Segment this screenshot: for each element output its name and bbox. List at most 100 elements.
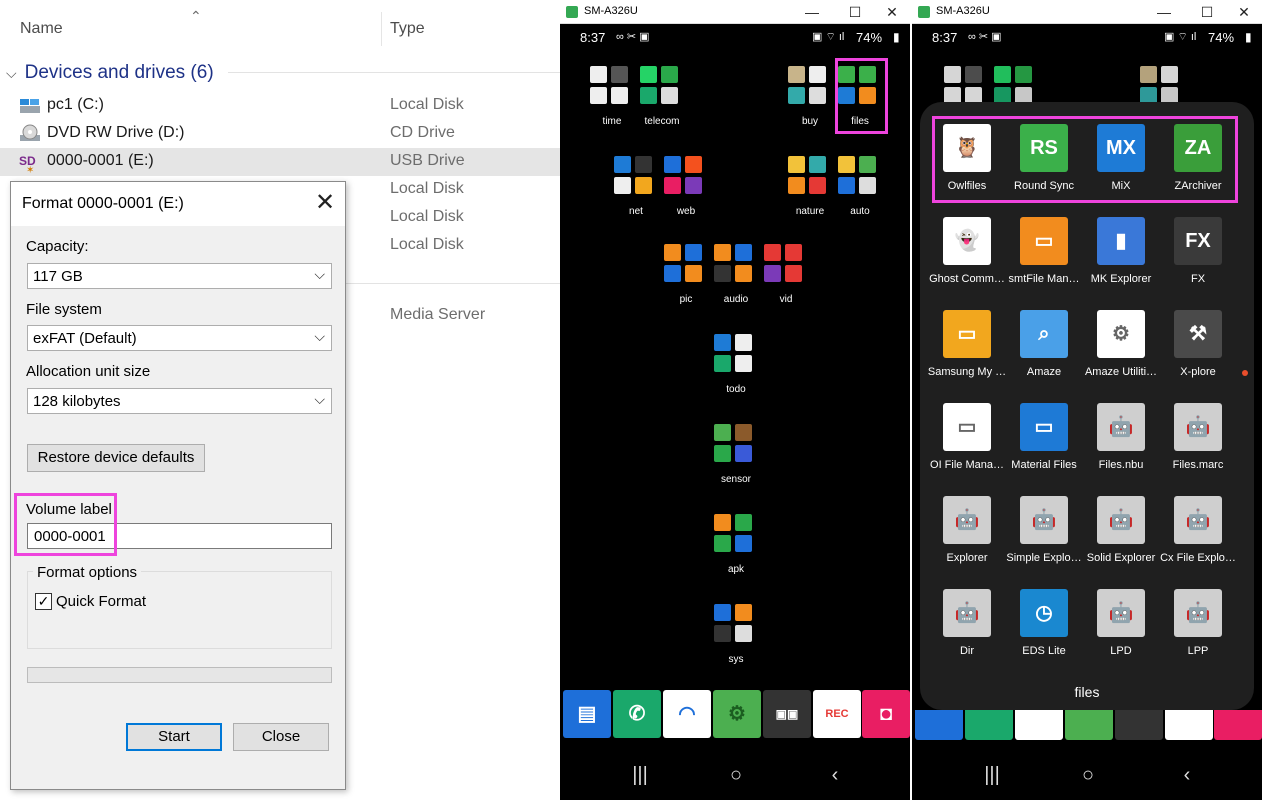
start-button[interactable]: Start bbox=[126, 723, 222, 751]
home-icon[interactable]: ○ bbox=[1068, 764, 1108, 788]
phone-icon[interactable] bbox=[965, 710, 1013, 740]
app-tile[interactable]: ⚙ Amaze Utiliti… bbox=[1083, 310, 1159, 400]
folder-net-icon[interactable] bbox=[614, 156, 658, 200]
folder-time-icon[interactable] bbox=[590, 66, 634, 110]
column-divider[interactable] bbox=[381, 12, 382, 46]
drive-row-c[interactable]: pc1 (C:) Local Disk bbox=[0, 92, 560, 120]
dialog-titlebar[interactable]: Format 0000-0001 (E:) ✕ bbox=[11, 182, 345, 226]
maximize-icon[interactable]: ☐ bbox=[1193, 2, 1221, 22]
quick-format-checkbox[interactable]: ✓ bbox=[35, 593, 52, 610]
camera-icon[interactable] bbox=[1214, 710, 1262, 740]
close-icon[interactable]: ✕ bbox=[878, 2, 906, 22]
column-header-type[interactable]: Type bbox=[390, 20, 425, 38]
app-tile[interactable]: 🤖 Files.nbu bbox=[1083, 403, 1159, 493]
android-default-icon[interactable]: 🤖 bbox=[1174, 496, 1222, 544]
app-tile[interactable]: ⚒ X-plore bbox=[1160, 310, 1236, 400]
app-tile[interactable]: 🤖 LPP bbox=[1160, 589, 1236, 679]
messages-icon[interactable]: ▤ bbox=[563, 690, 611, 738]
close-icon[interactable]: ✕ bbox=[1230, 2, 1258, 22]
android-default-icon[interactable]: 🤖 bbox=[943, 589, 991, 637]
back-icon[interactable]: ‹ bbox=[1167, 764, 1207, 788]
folder-nature-icon[interactable] bbox=[788, 156, 832, 200]
app-tile[interactable]: ▮ MK Explorer bbox=[1083, 217, 1159, 307]
material-folder-icon[interactable]: ▭ bbox=[1020, 403, 1068, 451]
quick-format-label[interactable]: Quick Format bbox=[56, 593, 146, 610]
folder-orange-icon[interactable]: ▭ bbox=[1020, 217, 1068, 265]
settings-gear-icon[interactable]: ⚙ bbox=[713, 690, 761, 738]
eds-clock-icon[interactable]: ◷ bbox=[1020, 589, 1068, 637]
app-tile[interactable]: ◷ EDS Lite bbox=[1006, 589, 1082, 679]
app-tile[interactable]: 🤖 Cx File Explo… bbox=[1160, 496, 1236, 586]
drawer-title[interactable]: files bbox=[920, 684, 1254, 700]
android-default-icon[interactable]: 🤖 bbox=[1174, 589, 1222, 637]
folder-buy-icon[interactable] bbox=[788, 66, 832, 110]
app-tile[interactable]: 🤖 Explorer bbox=[929, 496, 1005, 586]
column-header-name[interactable]: Name bbox=[20, 20, 63, 38]
maximize-icon[interactable]: ☐ bbox=[841, 2, 869, 22]
folder-web-icon[interactable] bbox=[664, 156, 708, 200]
app-tile[interactable]: ▭ smtFile Man… bbox=[1006, 217, 1082, 307]
wifi-icon[interactable]: ◠ bbox=[663, 690, 711, 738]
app-tile[interactable]: ▭ Material Files bbox=[1006, 403, 1082, 493]
capacity-select[interactable]: 117 GB ⌵ bbox=[27, 263, 332, 289]
app-tile[interactable]: 🤖 Files.marc bbox=[1160, 403, 1236, 493]
recents-icon[interactable]: ||| bbox=[620, 764, 660, 788]
app-tile[interactable]: ⌕ Amaze bbox=[1006, 310, 1082, 400]
dock-folder-icon[interactable] bbox=[1115, 710, 1163, 740]
xplore-icon[interactable]: ⚒ bbox=[1174, 310, 1222, 358]
app-tile[interactable]: 👻 Ghost Comm… bbox=[929, 217, 1005, 307]
ghost-commander-icon[interactable]: 👻 bbox=[943, 217, 991, 265]
screen-record-icon[interactable]: REC bbox=[813, 690, 861, 738]
app-tile[interactable]: ▭ OI File Mana… bbox=[929, 403, 1005, 493]
app-tile[interactable]: 🤖 Solid Explorer bbox=[1083, 496, 1159, 586]
android-default-icon[interactable]: 🤖 bbox=[1020, 496, 1068, 544]
file-system-select[interactable]: exFAT (Default) ⌵ bbox=[27, 325, 332, 351]
oi-folder-icon[interactable]: ▭ bbox=[943, 403, 991, 451]
home-icon[interactable]: ○ bbox=[716, 764, 756, 788]
app-tile[interactable]: FX FX bbox=[1160, 217, 1236, 307]
messages-icon[interactable] bbox=[915, 710, 963, 740]
folder-pic-icon[interactable] bbox=[664, 244, 708, 288]
amaze-utilities-icon[interactable]: ⚙ bbox=[1097, 310, 1145, 358]
amaze-icon[interactable]: ⌕ bbox=[1020, 310, 1068, 358]
fx-icon[interactable]: FX bbox=[1174, 217, 1222, 265]
book-icon[interactable]: ▮ bbox=[1097, 217, 1145, 265]
wifi-icon[interactable] bbox=[1015, 710, 1063, 740]
recents-icon[interactable]: ||| bbox=[972, 764, 1012, 788]
close-icon[interactable]: ✕ bbox=[307, 188, 343, 220]
drive-row-d[interactable]: DVD RW Drive (D:) CD Drive bbox=[0, 120, 560, 148]
minimize-icon[interactable]: — bbox=[798, 2, 826, 22]
drive-row-e[interactable]: SD ✶ 0000-0001 (E:) USB Drive bbox=[0, 148, 560, 176]
app-tile[interactable]: 🤖 LPD bbox=[1083, 589, 1159, 679]
android-default-icon[interactable]: 🤖 bbox=[1097, 496, 1145, 544]
dock-folder-icon[interactable]: ▣▣ bbox=[763, 690, 811, 738]
screen-record-icon[interactable] bbox=[1165, 710, 1213, 740]
phone-titlebar[interactable]: SM-A326U — ☐ ✕ bbox=[912, 0, 1262, 24]
folder-todo-icon[interactable] bbox=[714, 334, 758, 378]
folder-apk-icon[interactable] bbox=[714, 514, 758, 558]
app-tile[interactable]: ▭ Samsung My … bbox=[928, 310, 1006, 400]
minimize-icon[interactable]: — bbox=[1150, 2, 1178, 22]
folder-sys-icon[interactable] bbox=[714, 604, 758, 648]
folder-vid-icon[interactable] bbox=[764, 244, 808, 288]
android-default-icon[interactable]: 🤖 bbox=[943, 496, 991, 544]
camera-icon[interactable]: ◘ bbox=[862, 690, 910, 738]
android-default-icon[interactable]: 🤖 bbox=[1174, 403, 1222, 451]
folder-audio-icon[interactable] bbox=[714, 244, 758, 288]
settings-gear-icon[interactable] bbox=[1065, 710, 1113, 740]
samsung-folder-icon[interactable]: ▭ bbox=[943, 310, 991, 358]
phone-titlebar[interactable]: SM-A326U — ☐ ✕ bbox=[560, 0, 910, 24]
restore-defaults-button[interactable]: Restore device defaults bbox=[27, 444, 205, 472]
folder-sensor-icon[interactable] bbox=[714, 424, 758, 468]
android-default-icon[interactable]: 🤖 bbox=[1097, 589, 1145, 637]
folder-auto-icon[interactable] bbox=[838, 156, 882, 200]
allocation-unit-select[interactable]: 128 kilobytes ⌵ bbox=[27, 388, 332, 414]
app-tile[interactable]: 🤖 Dir bbox=[929, 589, 1005, 679]
devices-group-header[interactable]: ⌵ Devices and drives (6) bbox=[6, 60, 214, 86]
app-tile[interactable]: 🤖 Simple Explo… bbox=[1006, 496, 1082, 586]
close-button[interactable]: Close bbox=[233, 723, 329, 751]
android-default-icon[interactable]: 🤖 bbox=[1097, 403, 1145, 451]
back-icon[interactable]: ‹ bbox=[815, 764, 855, 788]
folder-telecom-icon[interactable] bbox=[640, 66, 684, 110]
phone-icon[interactable]: ✆ bbox=[613, 690, 661, 738]
